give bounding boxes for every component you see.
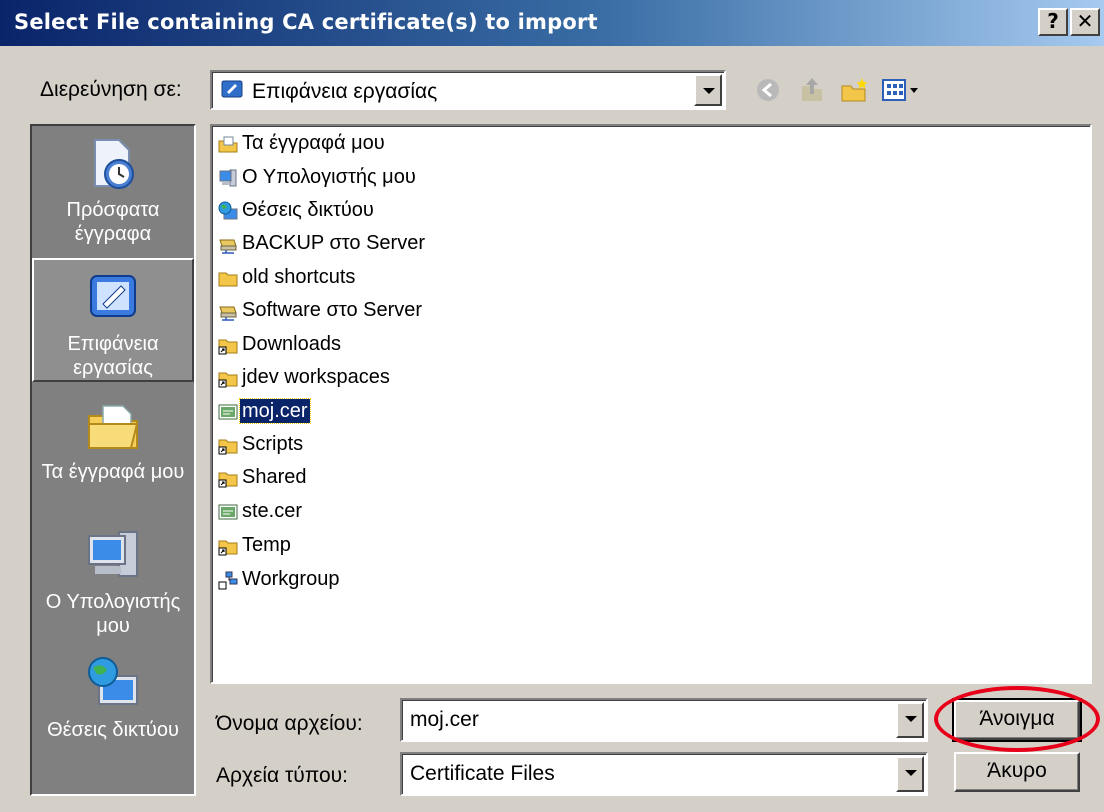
- list-item[interactable]: Workgroup: [218, 568, 341, 598]
- my-documents-icon: [218, 134, 238, 154]
- back-icon[interactable]: [752, 74, 784, 106]
- network-drive-icon: [218, 301, 238, 321]
- list-item[interactable]: Temp: [218, 534, 293, 564]
- view-menu-icon[interactable]: [880, 74, 926, 106]
- list-item[interactable]: Software στο Server: [218, 299, 424, 329]
- filename-input[interactable]: moj.cer: [400, 698, 928, 742]
- my-documents-icon: [83, 396, 143, 456]
- place-label: Επιφάνεια εργασίας: [67, 333, 159, 379]
- folder-shortcut-icon: [218, 536, 238, 556]
- chevron-down-icon[interactable]: [694, 74, 722, 106]
- help-button[interactable]: ?: [1038, 8, 1068, 36]
- network-places-icon: [83, 654, 143, 714]
- chevron-down-icon[interactable]: [896, 702, 924, 738]
- certificate-icon: [218, 402, 238, 422]
- place-recent-documents[interactable]: Πρόσφατα έγγραφα: [32, 126, 194, 258]
- up-folder-icon[interactable]: [796, 74, 828, 106]
- list-item-selected[interactable]: moj.cer: [218, 398, 311, 430]
- close-button[interactable]: ✕: [1070, 8, 1100, 36]
- place-label: Τα έγγραφά μου: [41, 461, 185, 483]
- lookin-label: Διερεύνηση σε:: [40, 78, 182, 101]
- place-label: Ο Υπολογιστής μου: [45, 591, 181, 637]
- list-item[interactable]: Ο Υπολογιστής μου: [218, 166, 418, 196]
- folder-icon: [218, 268, 238, 288]
- list-item[interactable]: BACKUP στο Server: [218, 232, 427, 262]
- certificate-icon: [218, 502, 238, 522]
- network-drive-icon: [218, 234, 238, 254]
- place-my-documents[interactable]: Τα έγγραφά μου: [32, 388, 194, 518]
- cancel-button[interactable]: Άκυρο: [954, 752, 1080, 792]
- place-label: Θέσεις δικτύου: [47, 719, 179, 741]
- list-item[interactable]: Θέσεις δικτύου: [218, 199, 376, 229]
- place-my-computer[interactable]: Ο Υπολογιστής μου: [32, 518, 194, 646]
- desktop-icon: [83, 268, 143, 328]
- file-list[interactable]: Τα έγγραφά μου Ο Υπολογιστής μου Θέσεις …: [210, 124, 1092, 684]
- list-item[interactable]: jdev workspaces: [218, 366, 392, 396]
- place-network[interactable]: Θέσεις δικτύου: [32, 646, 194, 766]
- list-item[interactable]: Shared: [218, 466, 309, 496]
- lookin-dropdown[interactable]: Επιφάνεια εργασίας: [210, 70, 726, 110]
- workgroup-icon: [218, 570, 238, 590]
- list-item[interactable]: Τα έγγραφά μου: [218, 132, 387, 162]
- title-bar: Select File containing CA certificate(s)…: [0, 0, 1104, 46]
- filetype-value: Certificate Files: [410, 762, 555, 785]
- list-item[interactable]: ste.cer: [218, 500, 304, 530]
- list-item[interactable]: Downloads: [218, 333, 343, 363]
- recent-documents-icon: [83, 134, 143, 194]
- my-computer-icon: [83, 526, 143, 586]
- folder-shortcut-icon: [218, 368, 238, 388]
- places-bar: Πρόσφατα έγγραφα Επιφάνεια εργασίας Τα έ…: [30, 124, 196, 796]
- new-folder-icon[interactable]: [838, 74, 870, 106]
- filetype-dropdown[interactable]: Certificate Files: [400, 752, 928, 796]
- list-item[interactable]: Scripts: [218, 433, 305, 463]
- list-item[interactable]: old shortcuts: [218, 266, 357, 296]
- network-places-icon: [218, 201, 238, 221]
- folder-shortcut-icon: [218, 435, 238, 455]
- lookin-value: Επιφάνεια εργασίας: [252, 80, 438, 103]
- chevron-down-icon[interactable]: [896, 756, 924, 792]
- open-button[interactable]: Άνοιγμα: [952, 698, 1082, 742]
- window-title: Select File containing CA certificate(s)…: [14, 10, 598, 34]
- place-label: Πρόσφατα έγγραφα: [66, 199, 160, 245]
- folder-shortcut-icon: [218, 335, 238, 355]
- filename-value[interactable]: moj.cer: [410, 708, 479, 732]
- my-computer-icon: [218, 168, 238, 188]
- folder-shortcut-icon: [218, 468, 238, 488]
- filename-label: Όνομα αρχείου:: [216, 712, 363, 735]
- filetype-label: Αρχεία τύπου:: [216, 764, 348, 787]
- desktop-icon: [220, 78, 244, 108]
- place-desktop[interactable]: Επιφάνεια εργασίας: [32, 258, 194, 382]
